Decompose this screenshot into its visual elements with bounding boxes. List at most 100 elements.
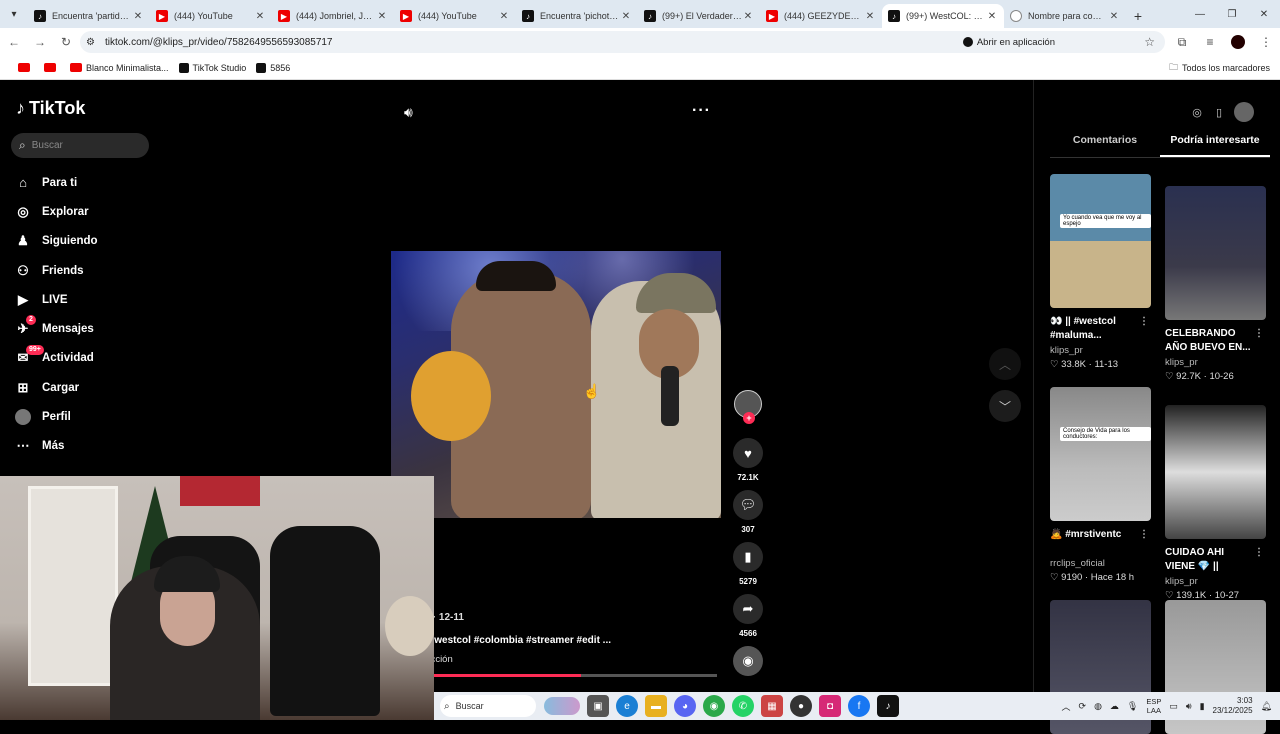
bookmark-icon[interactable]: ▮ xyxy=(733,542,763,572)
chevron-down-icon[interactable]: ﹀ xyxy=(989,390,1021,422)
compass-icon[interactable]: ◎ xyxy=(1190,105,1204,119)
task-view-icon[interactable]: ▣ xyxy=(587,695,609,717)
tiktok-logo[interactable]: ♪ TikTok xyxy=(16,98,85,119)
instagram-icon[interactable]: ◘ xyxy=(819,695,841,717)
taskbar-search[interactable]: ⌕ Buscar xyxy=(440,695,536,717)
music-disc-action[interactable]: ◉ xyxy=(731,646,765,676)
back-icon[interactable]: ← xyxy=(2,30,26,54)
bookmark-item[interactable] xyxy=(44,63,60,72)
video-thumbnail[interactable] xyxy=(1165,405,1266,539)
obs-icon[interactable]: ● xyxy=(790,695,812,717)
browser-tab[interactable]: ▶ (444) GEEZYDEE - VA✕ xyxy=(760,4,882,28)
nav-item[interactable]: ◎ Explorar xyxy=(14,197,98,226)
card-title[interactable]: CELEBRANDO AÑO BUEVO EN... ⋮ xyxy=(1165,327,1266,355)
tab-close-icon[interactable]: ✕ xyxy=(498,11,510,22)
volume-tray-icon[interactable]: 🔊︎ xyxy=(1186,701,1192,712)
author-avatar-action[interactable]: + xyxy=(731,390,765,424)
nav-item[interactable]: ⋯ Más xyxy=(14,432,98,461)
mic-icon[interactable]: 🎙︎ xyxy=(1127,701,1138,712)
more-options-icon[interactable]: ··· xyxy=(692,102,711,120)
search-highlight-image[interactable] xyxy=(544,697,580,715)
video-progress-bar[interactable] xyxy=(434,674,717,677)
search-input[interactable]: ⌕ Buscar xyxy=(11,133,149,158)
kebab-icon[interactable]: ⋮ xyxy=(1254,327,1264,341)
right-panel-tab[interactable]: Comentarios xyxy=(1050,134,1160,157)
kebab-icon[interactable]: ⋮ xyxy=(1139,528,1149,542)
bookmark-item[interactable] xyxy=(18,63,34,72)
open-in-app-button[interactable]: Abrir en aplicación xyxy=(962,37,1055,48)
video-thumbnail[interactable] xyxy=(1165,186,1266,320)
browser-tab[interactable]: ♪ (99+) El Verdadero Te ✕ xyxy=(638,4,760,28)
clock[interactable]: 3:03 23/12/2025 xyxy=(1213,696,1253,716)
browser-tab[interactable]: ♪ Encuentra 'partido co ✕ xyxy=(28,4,150,28)
notifications-icon[interactable]: 🔔︎ xyxy=(1261,701,1272,712)
tab-close-icon[interactable]: ✕ xyxy=(864,11,876,22)
volume-icon[interactable]: 🔊︎ xyxy=(404,104,413,121)
card-title[interactable]: 🙇 #mrstiventc ⋮ xyxy=(1050,528,1151,556)
site-info-icon[interactable]: ⚙ xyxy=(86,37,95,48)
browser-tab[interactable]: ▶ (444) Jombriel, Jøtta ✕ xyxy=(272,4,394,28)
bookmark-star-icon[interactable]: ☆ xyxy=(1144,35,1155,49)
browser-tab[interactable]: ♪ Encuentra 'pichota w ✕ xyxy=(516,4,638,28)
comment-icon[interactable]: 💬︎ xyxy=(733,490,763,520)
follow-plus-icon[interactable]: + xyxy=(743,412,755,424)
card-user[interactable]: klips_pr xyxy=(1050,345,1151,356)
bookmark-item[interactable]: TikTok Studio xyxy=(178,62,246,73)
tab-close-icon[interactable]: ✕ xyxy=(254,11,266,22)
heart-icon[interactable]: ♥ xyxy=(733,438,763,468)
card-user[interactable]: rrclips_oficial xyxy=(1050,558,1151,569)
maximize-icon[interactable]: ❐ xyxy=(1216,0,1248,28)
like-action[interactable]: ♥ 72.1K xyxy=(731,438,765,482)
card-user[interactable]: klips_pr xyxy=(1165,576,1266,587)
tab-close-icon[interactable]: ✕ xyxy=(620,11,632,22)
media-icon[interactable]: ≡ xyxy=(1196,35,1224,49)
browser-tab[interactable]: ▶ (444) YouTube ✕ xyxy=(394,4,516,28)
share-action[interactable]: ➦ 4566 xyxy=(731,594,765,638)
user-avatar[interactable] xyxy=(1234,102,1254,122)
network-icon[interactable]: ◍ xyxy=(1094,701,1102,712)
browser-tab[interactable]: Nombre para comun ✕ xyxy=(1004,4,1126,28)
video-card[interactable]: Yo cuando vea que me voy al espejo 👀 || #… xyxy=(1050,174,1151,370)
nav-item[interactable]: ▶ LIVE xyxy=(14,285,98,314)
chevron-up-tray-icon[interactable]: ︿ xyxy=(1062,700,1071,713)
nav-item[interactable]: ♟ Siguiendo xyxy=(14,227,97,256)
tiktok-app-icon[interactable]: ♪ xyxy=(877,695,899,717)
card-title[interactable]: CUIDAO AHI VIENE 💎 || #westcol⋮ xyxy=(1165,546,1266,574)
video-thumbnail[interactable]: Consejo de Vida para los conductores: xyxy=(1050,387,1151,521)
language-indicator[interactable]: ESP LAA xyxy=(1146,697,1161,715)
save-action[interactable]: ▮ 5279 xyxy=(731,542,765,586)
browser-tab[interactable]: ♪ (99+) WestCOL: El Gr ✕ xyxy=(882,4,1004,28)
facebook-icon[interactable]: f xyxy=(848,695,870,717)
new-tab-button[interactable]: + xyxy=(1126,4,1150,28)
discord-icon[interactable]: ◕ xyxy=(674,695,696,717)
battery-icon[interactable]: ▮ xyxy=(1200,701,1205,712)
tab-close-icon[interactable]: ✕ xyxy=(376,11,388,22)
sync-icon[interactable]: ⟳ xyxy=(1079,701,1087,712)
chrome-icon[interactable]: ◉ xyxy=(703,695,725,717)
right-panel-tab[interactable]: Podría interesarte xyxy=(1160,134,1270,157)
card-title[interactable]: 👀 || #westcol #maluma... ⋮ xyxy=(1050,315,1151,343)
nav-item[interactable]: ⊞ Cargar xyxy=(14,373,98,402)
phone-icon[interactable]: ▯ xyxy=(1212,105,1226,119)
nav-item[interactable]: ⌂ Para ti xyxy=(14,168,98,197)
close-window-icon[interactable]: ✕ xyxy=(1248,0,1280,28)
monitor-icon[interactable]: ▭ xyxy=(1169,701,1178,712)
video-card[interactable]: CELEBRANDO AÑO BUEVO EN... ⋮ klips_pr ♡ 92.… xyxy=(1165,186,1266,382)
music-disc-icon[interactable]: ◉ xyxy=(733,646,763,676)
browser-menu-icon[interactable]: ⋮ xyxy=(1252,35,1280,49)
video-player[interactable] xyxy=(391,251,721,518)
tab-close-icon[interactable]: ✕ xyxy=(986,11,998,22)
nav-item[interactable]: ✈ 2 Mensajes xyxy=(14,314,98,343)
url-bar[interactable]: ⚙ tiktok.com/@klips_pr/video/75826495565… xyxy=(80,31,1165,53)
music-title[interactable]: ducción xyxy=(420,654,611,665)
author-line[interactable]: or · 12-11 xyxy=(420,612,611,623)
tab-close-icon[interactable]: ✕ xyxy=(1108,11,1120,22)
comment-action[interactable]: 💬︎ 307 xyxy=(731,490,765,534)
bookmark-item[interactable]: Blanco Minimalista... xyxy=(70,63,169,73)
forward-icon[interactable]: → xyxy=(28,30,52,54)
file-explorer-icon[interactable]: ▬ xyxy=(645,695,667,717)
whatsapp-icon[interactable]: ✆ xyxy=(732,695,754,717)
video-card[interactable]: Consejo de Vida para los conductores: 🙇 #… xyxy=(1050,387,1151,583)
minimize-icon[interactable]: — xyxy=(1184,0,1216,28)
kebab-icon[interactable]: ⋮ xyxy=(1139,315,1149,329)
